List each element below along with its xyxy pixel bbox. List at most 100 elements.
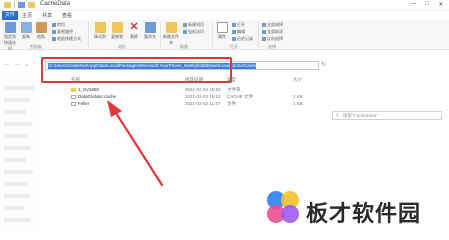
nav-item[interactable] bbox=[4, 122, 32, 126]
nav-item[interactable] bbox=[4, 170, 33, 174]
paste-icon bbox=[35, 22, 47, 33]
cut-icon bbox=[52, 22, 56, 27]
rename-icon bbox=[144, 22, 156, 33]
rename-label: 重命名 bbox=[144, 34, 156, 39]
delete-button[interactable]: ✕ 删除 bbox=[128, 22, 140, 40]
history-icon bbox=[232, 36, 236, 41]
list-item[interactable]: 1_SV3260 2021-02-02 15:53 文件夹 bbox=[71, 87, 311, 93]
copy-path-icon bbox=[52, 29, 56, 34]
copy-path-label: 复制路径 bbox=[57, 29, 73, 34]
pin-quick-access-button[interactable]: 固定到快速访问 bbox=[3, 22, 17, 52]
select-none-button[interactable]: 全部取消 bbox=[262, 29, 283, 35]
nav-item[interactable] bbox=[4, 98, 30, 102]
watermark-logo-icon bbox=[267, 191, 299, 223]
nav-item[interactable] bbox=[4, 218, 31, 222]
file-name: Feller bbox=[78, 101, 90, 106]
nav-item[interactable] bbox=[4, 86, 34, 90]
copy-button[interactable]: 复制 bbox=[20, 22, 32, 40]
navigation-pane bbox=[0, 72, 40, 235]
paste-button[interactable]: 粘贴 bbox=[35, 22, 47, 40]
new-folder-button[interactable]: 新建文件夹 bbox=[163, 22, 179, 46]
paste-label: 粘贴 bbox=[37, 34, 45, 39]
nav-item[interactable] bbox=[4, 158, 26, 162]
quick-access-divider bbox=[14, 2, 15, 8]
column-header-date[interactable]: 修改日期 bbox=[185, 77, 203, 83]
recent-chevron-icon[interactable]: ⌄ bbox=[24, 61, 29, 68]
properties-icon bbox=[216, 22, 228, 33]
column-header-size[interactable]: 大小 bbox=[293, 77, 302, 83]
ribbon-divider bbox=[88, 22, 89, 48]
nav-item[interactable] bbox=[4, 110, 26, 114]
watermark-text: 板才软件园 bbox=[306, 202, 422, 227]
properties-button[interactable]: 属性 bbox=[216, 22, 228, 40]
pin-icon bbox=[4, 22, 16, 33]
open-icon bbox=[232, 22, 236, 27]
move-to-label: 移动到 bbox=[94, 34, 106, 39]
back-arrow-icon[interactable]: ← bbox=[4, 61, 10, 67]
ribbon-divider bbox=[160, 22, 161, 48]
copy-to-label: 复制到 bbox=[111, 34, 123, 39]
refresh-icon[interactable]: ↻ bbox=[321, 61, 326, 68]
invert-selection-button[interactable]: 反向选择 bbox=[262, 36, 283, 42]
tab-view[interactable]: 查看 bbox=[62, 12, 72, 19]
new-folder-quick-icon[interactable] bbox=[28, 2, 35, 8]
file-name: DataGlobals.cache bbox=[78, 94, 117, 99]
move-to-icon bbox=[94, 22, 106, 33]
tab-home[interactable]: 主页 bbox=[22, 12, 32, 19]
nav-item[interactable] bbox=[4, 134, 28, 138]
file-type: CACHE 文件 bbox=[227, 94, 254, 99]
file-icon bbox=[71, 102, 76, 106]
up-arrow-icon[interactable]: ↑ bbox=[32, 61, 35, 67]
copy-to-button[interactable]: 复制到 bbox=[110, 22, 124, 40]
ribbon-divider bbox=[212, 22, 213, 48]
copy-path-button[interactable]: 复制路径 bbox=[52, 29, 73, 35]
forward-arrow-icon[interactable]: → bbox=[14, 61, 20, 67]
list-item[interactable]: DataGlobals.cache 2021-02-02 15:53 CACHE… bbox=[71, 94, 311, 100]
new-item-button[interactable]: 新建项目 bbox=[183, 22, 204, 28]
nav-item[interactable] bbox=[4, 206, 24, 210]
copy-icon bbox=[20, 22, 32, 33]
copy-label: 复制 bbox=[22, 34, 30, 39]
window-title: CacheData bbox=[40, 1, 71, 7]
file-type: 文件 bbox=[227, 101, 236, 106]
cut-button[interactable]: 剪切 bbox=[52, 22, 65, 28]
file-name: 1_SV3260 bbox=[78, 87, 100, 92]
properties-quick-icon[interactable] bbox=[18, 2, 25, 8]
paste-shortcut-button[interactable]: 粘贴快捷方式 bbox=[52, 36, 81, 42]
nav-item[interactable] bbox=[4, 146, 31, 150]
minimize-button[interactable]: — bbox=[408, 1, 418, 7]
select-none-icon bbox=[262, 29, 266, 34]
close-button[interactable]: ✕ bbox=[436, 1, 446, 8]
new-folder-label: 新建文件夹 bbox=[163, 34, 179, 45]
column-header-type[interactable]: 类型 bbox=[227, 77, 236, 83]
file-date: 2021-02-02 15:53 bbox=[185, 87, 221, 92]
column-header-name[interactable]: 名称 bbox=[71, 77, 80, 83]
properties-label: 属性 bbox=[218, 34, 226, 39]
copy-to-icon bbox=[111, 22, 123, 33]
easy-access-icon bbox=[183, 29, 187, 34]
select-none-label: 全部取消 bbox=[267, 29, 283, 34]
open-label: 打开 bbox=[237, 22, 245, 27]
nav-item[interactable] bbox=[4, 194, 30, 198]
tab-share[interactable]: 共享 bbox=[42, 12, 52, 19]
new-item-icon bbox=[183, 22, 187, 27]
paste-shortcut-icon bbox=[52, 36, 56, 41]
easy-access-button[interactable]: 轻松访问 bbox=[183, 29, 204, 35]
select-all-icon bbox=[262, 22, 266, 27]
file-size: 1 KB bbox=[293, 101, 303, 106]
history-button[interactable]: 历史记录 bbox=[232, 36, 253, 42]
maximize-button[interactable]: □ bbox=[422, 1, 432, 7]
edit-icon bbox=[232, 29, 236, 34]
select-all-button[interactable]: 全部选择 bbox=[262, 22, 283, 28]
edit-button[interactable]: 编辑 bbox=[232, 29, 245, 35]
invert-selection-icon bbox=[262, 36, 266, 41]
open-button[interactable]: 打开 bbox=[232, 22, 245, 28]
list-item[interactable]: Feller 2021-02-02 11:47 文件 1 KB bbox=[71, 101, 311, 107]
move-to-button[interactable]: 移动到 bbox=[93, 22, 107, 40]
folder-icon bbox=[71, 88, 76, 92]
rename-button[interactable]: 重命名 bbox=[144, 22, 156, 40]
file-date: 2021-02-02 15:53 bbox=[185, 94, 221, 99]
tab-file[interactable]: 文件 bbox=[2, 11, 19, 20]
delete-icon: ✕ bbox=[128, 21, 140, 33]
nav-item[interactable] bbox=[4, 182, 28, 186]
